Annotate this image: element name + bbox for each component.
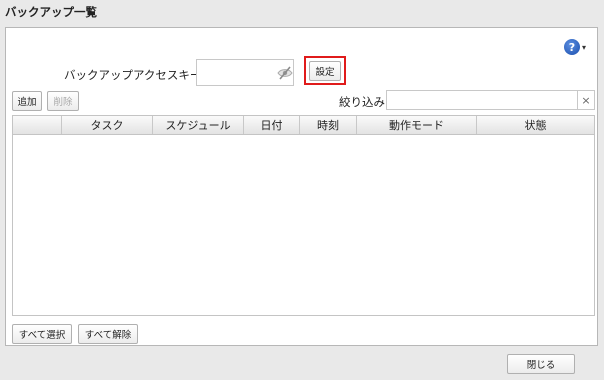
column-header-status[interactable]: 状態 [477, 116, 594, 134]
main-panel: ? ▾ バックアップアクセスキー: 設定 追加 削除 絞り込み: × タスク ス… [5, 27, 598, 346]
close-button[interactable]: 閉じる [507, 354, 575, 374]
help-circle-icon: ? [564, 39, 580, 55]
table-header: タスク スケジュール 日付 時刻 動作モード 状態 [13, 116, 594, 135]
column-header-date[interactable]: 日付 [244, 116, 300, 134]
set-button-highlight: 設定 [304, 56, 346, 85]
filter-label: 絞り込み: [339, 95, 389, 109]
deselect-all-button[interactable]: すべて解除 [78, 324, 138, 344]
delete-button[interactable]: 削除 [47, 91, 79, 111]
backup-task-table: タスク スケジュール 日付 時刻 動作モード 状態 [12, 115, 595, 316]
column-header-time[interactable]: 時刻 [300, 116, 357, 134]
column-header-schedule[interactable]: スケジュール [153, 116, 244, 134]
column-header-checkbox[interactable] [13, 116, 62, 134]
dialog-title: バックアップ一覧 [5, 5, 97, 19]
access-key-label: バックアップアクセスキー: [64, 68, 206, 82]
add-button[interactable]: 追加 [12, 91, 42, 111]
select-all-button[interactable]: すべて選択 [12, 324, 72, 344]
set-button[interactable]: 設定 [309, 60, 341, 81]
clear-filter-icon[interactable]: × [578, 90, 595, 110]
help-button[interactable]: ? ▾ [564, 38, 592, 56]
chevron-down-icon: ▾ [582, 42, 587, 52]
filter-input[interactable] [386, 90, 578, 110]
column-header-mode[interactable]: 動作モード [357, 116, 477, 134]
eye-slash-icon[interactable] [277, 66, 293, 80]
column-header-task[interactable]: タスク [62, 116, 153, 134]
